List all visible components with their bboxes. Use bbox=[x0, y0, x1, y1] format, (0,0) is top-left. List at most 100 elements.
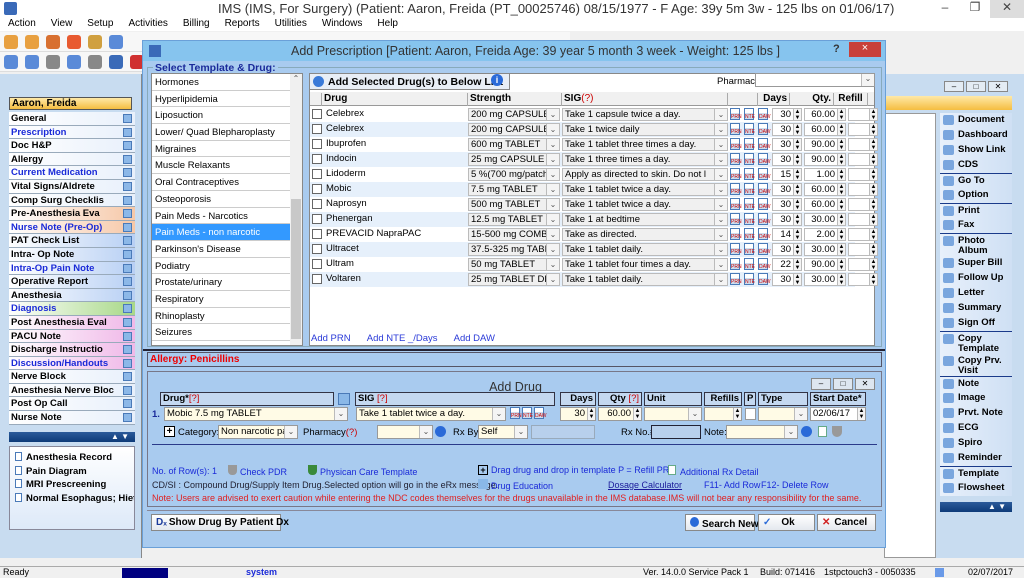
spin-icon[interactable]: ▲ ▼ bbox=[869, 259, 877, 270]
chevron-down-icon[interactable]: ⌄ bbox=[688, 408, 701, 420]
note-icon[interactable] bbox=[123, 385, 132, 395]
days-stepper[interactable]: 30 ▲ ▼ bbox=[772, 138, 802, 151]
toolbar-icon[interactable] bbox=[46, 55, 60, 69]
chevron-down-icon[interactable]: ⌄ bbox=[714, 109, 727, 120]
refill-stepper[interactable]: ▲ ▼ bbox=[848, 213, 878, 226]
spin-icon[interactable]: ▲ ▼ bbox=[793, 229, 801, 240]
qty-stepper[interactable]: 1.00 ▲ ▼ bbox=[804, 168, 846, 181]
nav-item[interactable]: Discharge Instructio bbox=[9, 343, 135, 357]
days-stepper[interactable]: 30 ▲ ▼ bbox=[560, 407, 596, 421]
refills-stepper[interactable]: ▲ ▼ bbox=[704, 407, 742, 421]
start-date-input[interactable]: 02/06/17 ▲ ▼ bbox=[810, 407, 866, 421]
help-button[interactable]: ? bbox=[833, 43, 840, 55]
drug-row[interactable]: Phenergan 12.5 mg TABLET ⌄ Take 1 at bedtim… bbox=[310, 212, 878, 227]
pharmacy-select[interactable]: ⌄ bbox=[377, 425, 433, 439]
toolbar-icon[interactable] bbox=[67, 35, 81, 49]
sig-select[interactable]: Take 1 capsule twice a day. ⌄ bbox=[562, 108, 728, 121]
spin-icon[interactable]: ▲ ▼ bbox=[869, 229, 877, 240]
strength-select[interactable]: 5 %(700 mg/patch) A ⌄ bbox=[468, 168, 560, 181]
toolbar-cds[interactable]: CDS bbox=[940, 158, 1012, 173]
spin-icon[interactable]: ▲ ▼ bbox=[869, 274, 877, 285]
strength-select[interactable]: 500 mg TABLET ⌄ bbox=[468, 198, 560, 211]
toolbar-ecg[interactable]: ECG bbox=[940, 421, 1012, 436]
qty-stepper[interactable]: 60.00 ▲ ▼ bbox=[804, 108, 846, 121]
refill-stepper[interactable]: ▲ ▼ bbox=[848, 123, 878, 136]
nav-item[interactable]: Intra- Op Note bbox=[9, 247, 135, 262]
chevron-down-icon[interactable]: ⌄ bbox=[546, 229, 559, 240]
note-icon[interactable] bbox=[123, 222, 132, 232]
chevron-down-icon[interactable]: ⌄ bbox=[714, 259, 727, 270]
sig-select[interactable]: Take 1 twice daily ⌄ bbox=[562, 123, 728, 136]
chevron-down-icon[interactable]: ⌄ bbox=[714, 124, 727, 135]
drug-row[interactable]: Mobic 7.5 mg TABLET ⌄ Take 1 tablet twice a… bbox=[310, 182, 878, 197]
nte-icon[interactable]: NTE bbox=[744, 108, 755, 120]
sig-select[interactable]: Apply as directed to skin. Do not l ⌄ bbox=[562, 168, 728, 181]
toolbar-template[interactable]: Template bbox=[940, 466, 1012, 481]
chevron-down-icon[interactable]: ⌄ bbox=[419, 426, 432, 438]
strength-select[interactable]: 25 mg TABLET DR ⌄ bbox=[468, 273, 560, 286]
scroll-thumb[interactable] bbox=[291, 199, 301, 339]
close-button[interactable]: ✕ bbox=[990, 0, 1024, 18]
nav-item[interactable]: Anesthesia bbox=[9, 288, 135, 303]
care-template-link[interactable]: Physican Care Template bbox=[308, 465, 417, 477]
daw-icon[interactable]: DAW bbox=[758, 273, 770, 285]
prn-icon[interactable]: PRN bbox=[730, 198, 742, 210]
spin-icon[interactable]: ▲ ▼ bbox=[837, 154, 845, 165]
dosage-calculator-link[interactable]: Dosage Calculator bbox=[608, 480, 682, 490]
chevron-down-icon[interactable]: ⌄ bbox=[546, 154, 559, 165]
row-checkbox[interactable] bbox=[312, 184, 322, 194]
sig-select[interactable]: Take 1 tablet daily. ⌄ bbox=[562, 273, 728, 286]
daw-icon[interactable]: DAW bbox=[758, 198, 770, 210]
note-icon[interactable] bbox=[123, 181, 132, 191]
document-item[interactable]: Anesthesia Record bbox=[10, 452, 134, 466]
spin-icon[interactable]: ▲ ▼ bbox=[869, 154, 877, 165]
spin-icon[interactable]: ▲ ▼ bbox=[793, 124, 801, 135]
nav-item[interactable]: Post Anesthesia Eval bbox=[9, 315, 135, 330]
daw-icon[interactable]: DAW bbox=[758, 153, 770, 165]
menu-billing[interactable]: Billing bbox=[183, 18, 210, 29]
spin-icon[interactable]: ▲ ▼ bbox=[793, 169, 801, 180]
drug-row[interactable]: Ultram 50 mg TABLET ⌄ Take 1 tablet four ti… bbox=[310, 257, 878, 272]
refill-stepper[interactable]: ▲ ▼ bbox=[848, 243, 878, 256]
drug-row[interactable]: Celebrex 200 mg CAPSULE ⌄ Take 1 capsule tw… bbox=[310, 107, 878, 122]
document-item[interactable]: MRI Prescreening bbox=[10, 479, 134, 493]
nte-icon[interactable]: NTE bbox=[522, 407, 533, 419]
strength-select[interactable]: 200 mg CAPSULE ⌄ bbox=[468, 123, 560, 136]
daw-icon[interactable]: DAW bbox=[758, 183, 770, 195]
nav-item[interactable]: Current Medication bbox=[9, 166, 135, 180]
template-item[interactable]: Lower/ Quad Blepharoplasty bbox=[152, 124, 290, 141]
spin-icon[interactable]: ▲ ▼ bbox=[793, 259, 801, 270]
chevron-down-icon[interactable]: ⌄ bbox=[546, 274, 559, 285]
add-prn-link[interactable]: Add PRN bbox=[311, 333, 351, 344]
prn-icon[interactable]: PRN bbox=[730, 213, 742, 225]
spin-icon[interactable]: ▲ ▼ bbox=[869, 244, 877, 255]
toolbar-icon[interactable] bbox=[4, 55, 18, 69]
qty-stepper[interactable]: 90.00 ▲ ▼ bbox=[804, 258, 846, 271]
nav-item[interactable]: Allergy bbox=[9, 152, 135, 167]
minimize-icon[interactable]: – bbox=[944, 81, 964, 92]
strength-select[interactable]: 600 mg TABLET ⌄ bbox=[468, 138, 560, 151]
drug-row[interactable]: PREVACID NapraPAC 15-500 mg COMBO. ⌄ Take a… bbox=[310, 227, 878, 242]
row-checkbox[interactable] bbox=[312, 274, 322, 284]
daw-icon[interactable]: DAW bbox=[758, 228, 770, 240]
prn-icon[interactable]: PRN bbox=[730, 228, 742, 240]
prn-icon[interactable]: PRN bbox=[730, 243, 742, 255]
drug-search-icon[interactable] bbox=[338, 393, 350, 405]
additional-rx-link[interactable]: Additional Rx Detail bbox=[668, 465, 759, 477]
sig-select[interactable]: Take as directed. ⌄ bbox=[562, 228, 728, 241]
qty-stepper[interactable]: 30.00 ▲ ▼ bbox=[804, 213, 846, 226]
right-scroll-arrows[interactable]: ▲ ▼ bbox=[940, 502, 1012, 512]
days-stepper[interactable]: 30 ▲ ▼ bbox=[772, 153, 802, 166]
chevron-down-icon[interactable]: ⌄ bbox=[784, 426, 797, 438]
template-item[interactable]: Migraines bbox=[152, 141, 290, 158]
days-stepper[interactable]: 15 ▲ ▼ bbox=[772, 168, 802, 181]
restore-icon[interactable]: □ bbox=[966, 81, 986, 92]
strength-select[interactable]: 15-500 mg COMBO. ⌄ bbox=[468, 228, 560, 241]
shield-icon[interactable] bbox=[832, 426, 842, 437]
toolbar-icon[interactable] bbox=[25, 35, 39, 49]
spin-icon[interactable]: ▲ ▼ bbox=[869, 169, 877, 180]
toolbar-icon[interactable] bbox=[109, 55, 123, 69]
note-icon[interactable] bbox=[123, 249, 132, 259]
info-icon[interactable]: i bbox=[491, 74, 503, 86]
template-scrollbar[interactable]: ⌃ bbox=[290, 74, 302, 345]
